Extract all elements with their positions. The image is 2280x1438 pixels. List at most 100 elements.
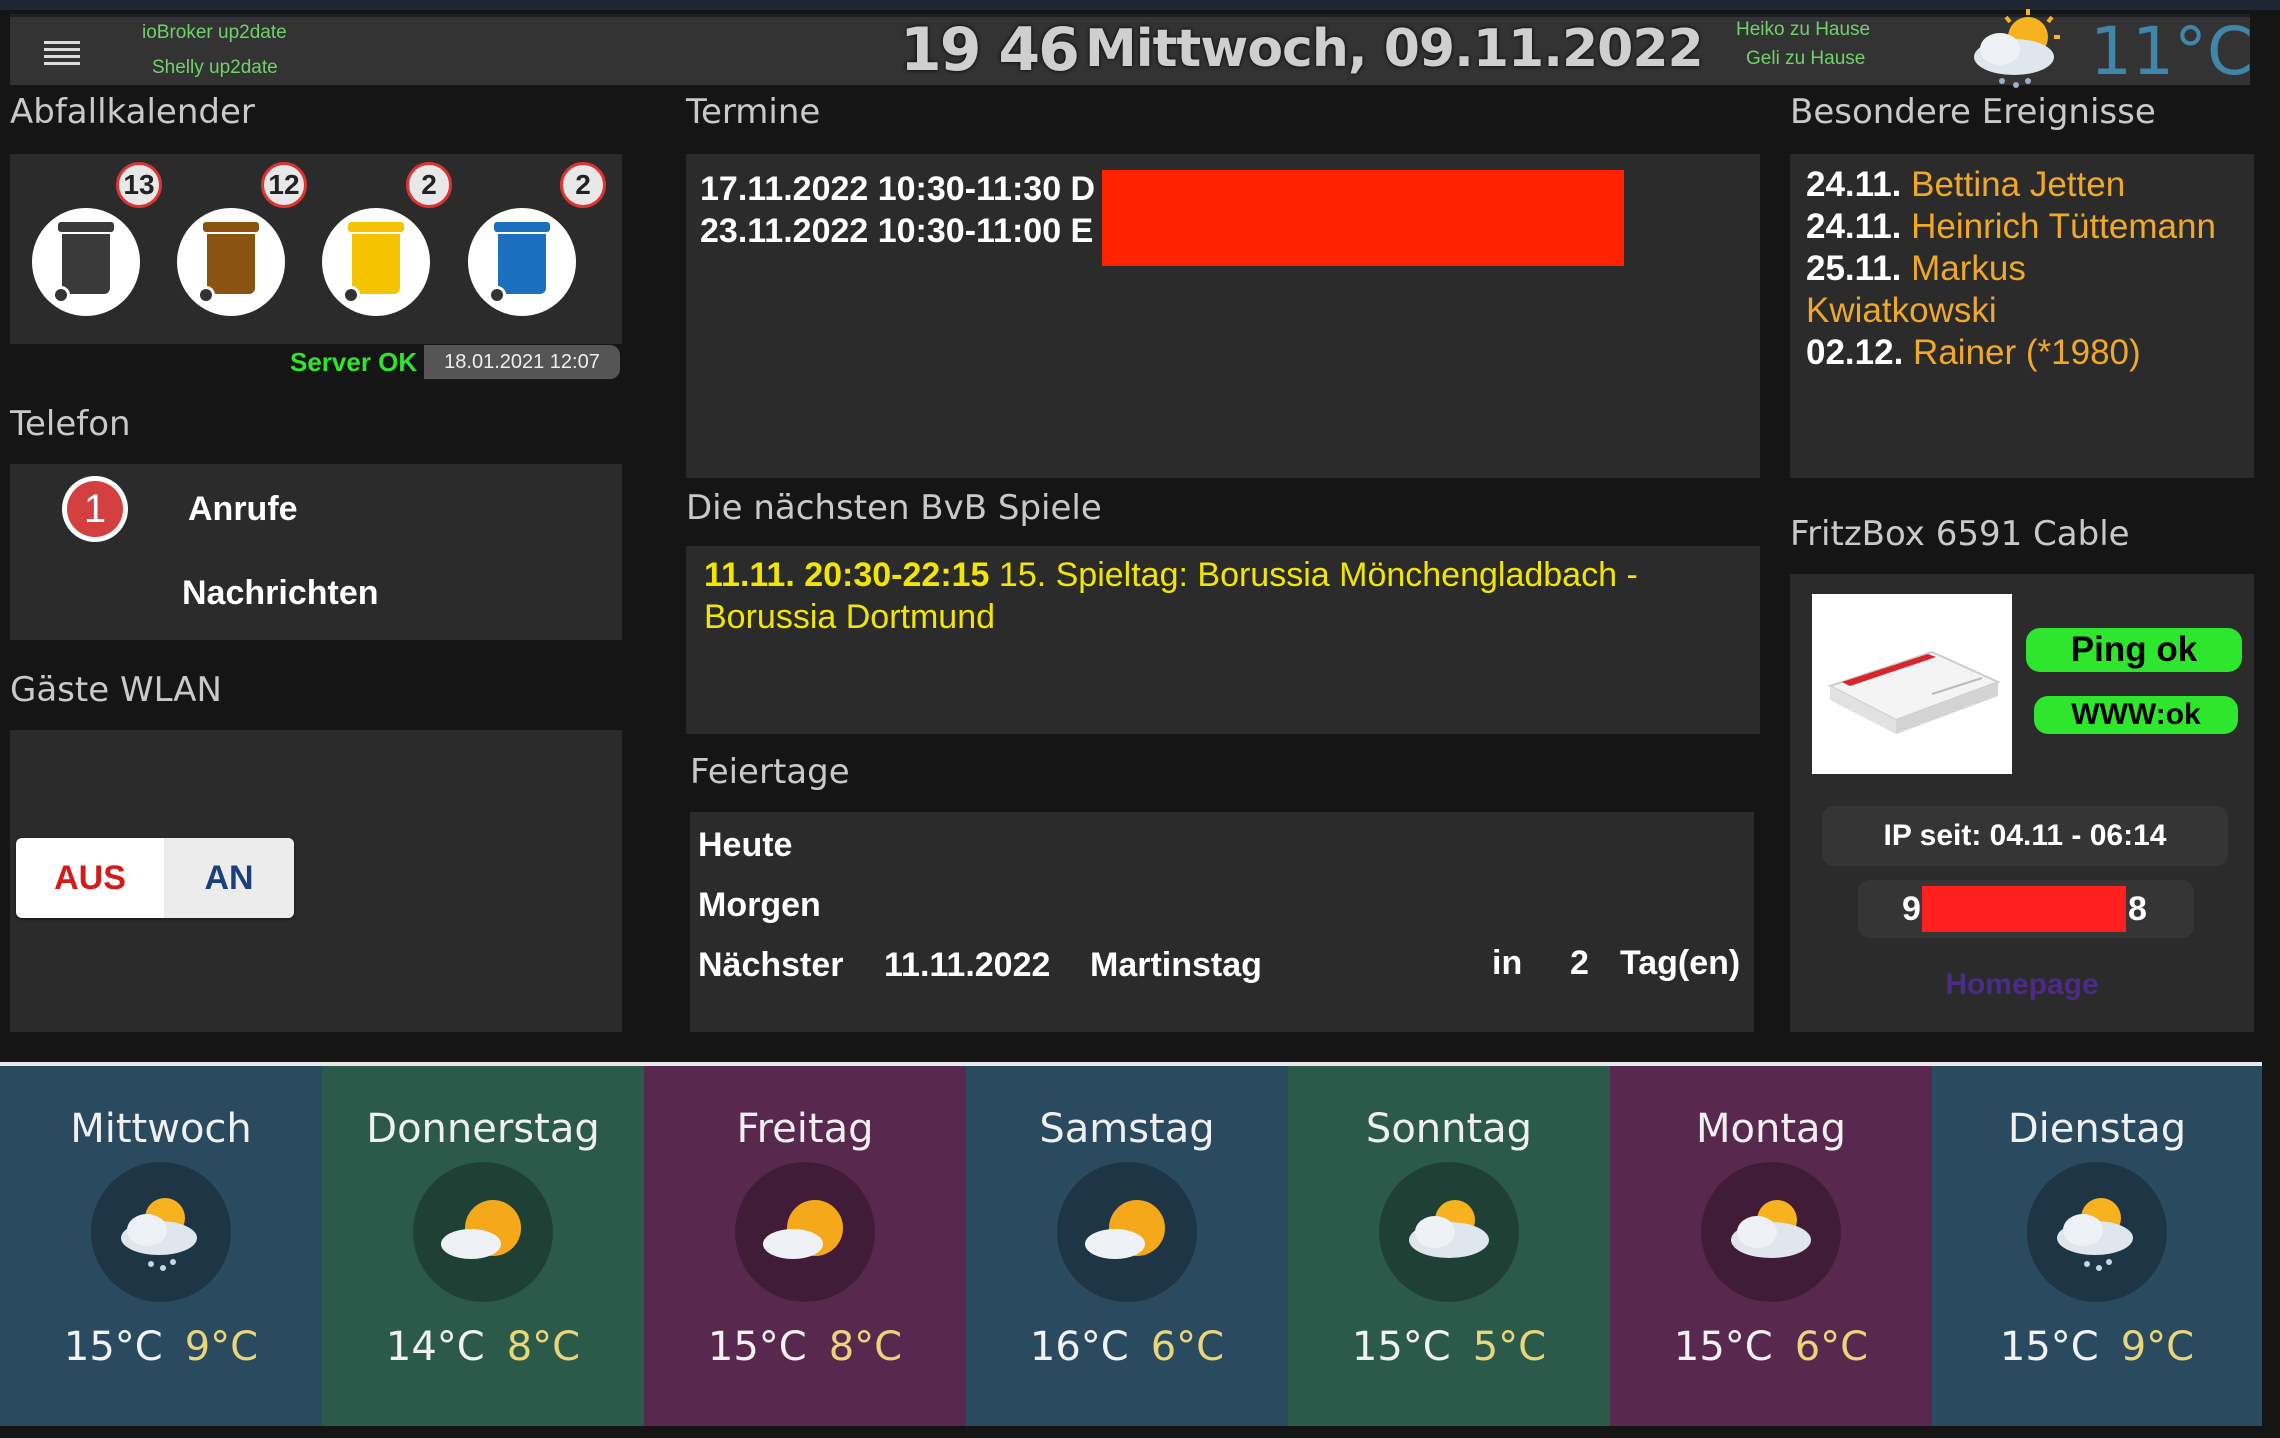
trash-bin-icon xyxy=(62,234,110,294)
bin-count-badge: 12 xyxy=(261,162,307,208)
forecast-strip: Mittwoch 15°C 9°C Donnerstag 14°C 8°C Frei… xyxy=(0,1066,2262,1426)
forecast-temps: 15°C 5°C xyxy=(1351,1324,1547,1370)
wlan-title: Gäste WLAN xyxy=(10,670,222,710)
holiday-days-unit: Tag(en) xyxy=(1620,944,1741,982)
ip-start: 9 xyxy=(1902,890,1921,928)
fritzbox-panel: Ping ok WWW:ok IP seit: 04.11 - 06:14 9 … xyxy=(1790,574,2254,1032)
server-timestamp: 18.01.2021 12:07 xyxy=(424,345,620,379)
forecast-day: Freitag 15°C 8°C xyxy=(644,1066,966,1426)
header-bar: ioBroker up2date Shelly up2date 19 46 Mi… xyxy=(10,9,2253,90)
forecast-temps: 15°C 8°C xyxy=(707,1324,903,1370)
forecast-temps: 16°C 6°C xyxy=(1029,1324,1225,1370)
holiday-next-label: Nächster xyxy=(698,946,844,984)
wlan-panel: AUS AN xyxy=(10,730,622,1032)
trash-bin-icon xyxy=(352,234,400,294)
ip-end: 8 xyxy=(2128,890,2147,928)
ip-address: 9 8 xyxy=(1858,880,2194,938)
holiday-next-date: 11.11.2022 xyxy=(884,946,1051,984)
messages-button[interactable]: Nachrichten xyxy=(182,574,379,613)
ereignisse-panel: 24.11. Bettina Jetten 24.11. Heinrich Tü… xyxy=(1790,154,2254,478)
bvb-next-match: 11.11. 20:30-22:15 15. Spieltag: Borussi… xyxy=(704,554,1744,638)
feiertage-panel: Heute Morgen Nächster 11.11.2022 Martins… xyxy=(690,812,1754,1032)
calls-button[interactable]: Anrufe xyxy=(188,490,298,529)
forecast-day-name: Sonntag xyxy=(1365,1106,1533,1152)
sun-cloud-icon xyxy=(413,1162,553,1302)
ping-status: Ping ok xyxy=(2026,628,2242,672)
event-item: Kwiatkowski xyxy=(1806,291,1997,330)
forecast-day: Donnerstag 14°C 8°C xyxy=(322,1066,644,1426)
forecast-temps: 15°C 9°C xyxy=(63,1324,259,1370)
cloud-sun-icon xyxy=(1701,1162,1841,1302)
feiertage-title: Feiertage xyxy=(690,752,850,792)
presence-geli: Geli zu Hause xyxy=(1746,48,1866,69)
holiday-tomorrow: Morgen xyxy=(698,886,821,924)
wifi-off-button[interactable]: AUS xyxy=(16,838,164,918)
holiday-next-name: Martinstag xyxy=(1090,946,1262,984)
menu-button[interactable] xyxy=(36,35,84,71)
telefon-panel: 1 Anrufe Nachrichten xyxy=(10,464,622,640)
termine-panel: 17.11.2022 10:30-11:30 D 23.11.2022 10:3… xyxy=(686,154,1760,478)
sun-cloud-icon xyxy=(1057,1162,1197,1302)
bin-count-badge: 2 xyxy=(406,162,452,208)
appointment-item: 23.11.2022 10:30-11:00 E xyxy=(700,212,1094,250)
event-item: 02.12. Rainer (*1980) xyxy=(1806,333,2141,372)
cloud-sun-rain-icon xyxy=(2027,1162,2167,1302)
bin-count-badge: 2 xyxy=(560,162,606,208)
cloud-sun-icon xyxy=(1379,1162,1519,1302)
termine-title: Termine xyxy=(686,92,821,132)
redaction-block xyxy=(1102,170,1624,266)
router-icon xyxy=(1827,650,2001,734)
trash-bin-icon xyxy=(207,234,255,294)
forecast-day-name: Montag xyxy=(1696,1106,1846,1152)
top-strip xyxy=(0,0,2280,10)
ip-since: IP seit: 04.11 - 06:14 xyxy=(1822,806,2228,866)
server-status: Server OK xyxy=(290,347,418,377)
forecast-day-name: Dienstag xyxy=(2007,1106,2187,1152)
forecast-temps: 14°C 8°C xyxy=(385,1324,581,1370)
telefon-title: Telefon xyxy=(10,404,131,444)
www-status: WWW:ok xyxy=(2034,696,2238,734)
forecast-day: Dienstag 15°C 9°C xyxy=(1932,1066,2262,1426)
holiday-today: Heute xyxy=(698,826,793,864)
forecast-day-name: Mittwoch xyxy=(70,1106,252,1152)
bin-papier[interactable] xyxy=(468,208,576,316)
menu-icon xyxy=(44,41,80,44)
event-item: 24.11. Bettina Jetten xyxy=(1806,165,2126,204)
homepage-link[interactable]: Homepage xyxy=(1790,968,2254,1002)
forecast-day: Montag 15°C 6°C xyxy=(1610,1066,1932,1426)
redaction-block xyxy=(1922,886,2126,932)
shelly-status: Shelly up2date xyxy=(152,57,278,78)
forecast-temps: 15°C 9°C xyxy=(1999,1324,2195,1370)
bvb-panel: 11.11. 20:30-22:15 15. Spieltag: Borussi… xyxy=(686,546,1760,734)
abfall-title: Abfallkalender xyxy=(10,92,255,132)
fritzbox-title: FritzBox 6591 Cable xyxy=(1790,514,2130,554)
cloud-sun-rain-icon xyxy=(1974,9,2060,88)
forecast-temps: 15°C 6°C xyxy=(1673,1324,1869,1370)
sun-cloud-icon xyxy=(735,1162,875,1302)
bin-gelb[interactable] xyxy=(322,208,430,316)
current-temperature: 11°C xyxy=(2090,13,2254,90)
forecast-day-name: Samstag xyxy=(1039,1106,1215,1152)
wifi-on-button[interactable]: AN xyxy=(164,838,294,918)
router-image xyxy=(1812,594,2012,774)
bvb-match-time: 11.11. 20:30-22:15 xyxy=(704,556,990,594)
presence-heiko: Heiko zu Hause xyxy=(1736,19,1871,40)
appointment-item: 17.11.2022 10:30-11:30 D xyxy=(700,170,1096,208)
forecast-day-name: Donnerstag xyxy=(366,1106,600,1152)
abfall-panel: 13 12 2 2 xyxy=(10,154,622,344)
bin-restmuell[interactable] xyxy=(32,208,140,316)
holiday-days-count: 2 xyxy=(1570,944,1589,982)
forecast-day-name: Freitag xyxy=(736,1106,874,1152)
event-item: 24.11. Heinrich Tüttemann xyxy=(1806,207,2216,246)
missed-calls-badge: 1 xyxy=(62,476,128,542)
bvb-title: Die nächsten BvB Spiele xyxy=(686,488,1102,528)
holiday-in-label: in xyxy=(1492,944,1523,982)
bin-count-badge: 13 xyxy=(116,162,162,208)
forecast-day: Sonntag 15°C 5°C xyxy=(1288,1066,1610,1426)
guest-wifi-toggle[interactable]: AUS AN xyxy=(16,838,294,918)
forecast-day: Samstag 16°C 6°C xyxy=(966,1066,1288,1426)
bin-bio[interactable] xyxy=(177,208,285,316)
cloud-sun-rain-icon xyxy=(91,1162,231,1302)
ereignisse-title: Besondere Ereignisse xyxy=(1790,92,2156,132)
iobroker-status: ioBroker up2date xyxy=(142,22,287,43)
